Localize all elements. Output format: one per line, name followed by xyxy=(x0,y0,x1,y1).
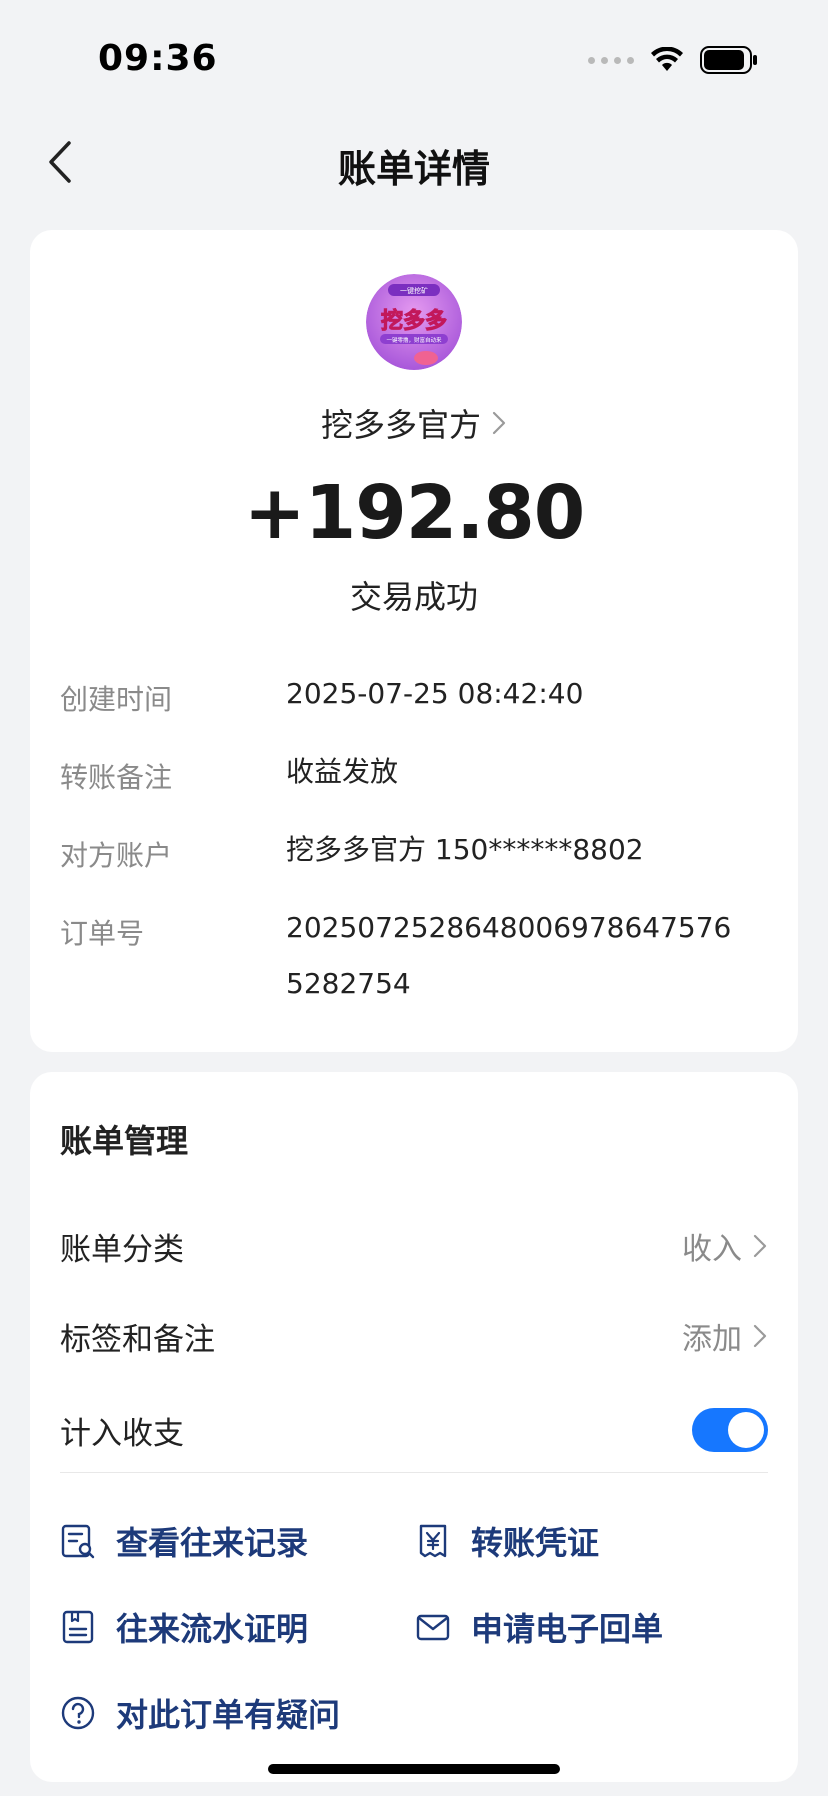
wifi-icon xyxy=(651,47,683,71)
page-title: 账单详情 xyxy=(337,147,490,191)
transaction-card: 一键挖矿 挖多多 一键零撸，财富自动来 挖多多官方 +192.80 交易成功 创… xyxy=(30,230,798,1052)
statement-document-icon xyxy=(62,1610,94,1644)
detail-value: 挖多多官方 150******8802 xyxy=(286,833,644,866)
chevron-right-icon xyxy=(753,1234,767,1258)
action-label: 申请电子回单 xyxy=(471,1610,664,1648)
count-income-expense-row: 计入收支 xyxy=(60,1400,768,1460)
detail-value: 2025-07-25 08:42:40 xyxy=(286,677,584,710)
nav-bar: 账单详情 xyxy=(0,110,828,214)
manage-label: 计入收支 xyxy=(60,1415,184,1452)
bill-category-row[interactable]: 账单分类 收入 xyxy=(60,1216,768,1276)
order-question-link[interactable]: 对此订单有疑问 xyxy=(60,1690,340,1736)
detail-row-transfer-note: 转账备注 收益发放 xyxy=(60,755,768,800)
toggle-knob xyxy=(728,1412,764,1448)
logo-subtitle: 一键零撸，财富自动来 xyxy=(386,336,442,344)
detail-value: 收益发放 xyxy=(286,755,399,788)
merchant-name-link[interactable]: 挖多多官方 xyxy=(30,400,798,446)
tags-notes-row[interactable]: 标签和备注 添加 xyxy=(60,1306,768,1366)
status-icons xyxy=(588,46,758,74)
view-records-link[interactable]: 查看往来记录 xyxy=(60,1518,308,1564)
chevron-right-icon xyxy=(492,411,506,435)
logo-caption: 一键挖矿 xyxy=(400,286,428,295)
detail-label: 订单号 xyxy=(60,917,145,950)
status-bar: 09:36 xyxy=(0,0,828,110)
action-label: 查看往来记录 xyxy=(116,1524,309,1562)
merchant-name: 挖多多官方 xyxy=(320,406,481,444)
count-income-expense-toggle[interactable] xyxy=(692,1408,768,1452)
manage-label: 账单分类 xyxy=(60,1231,184,1268)
detail-label: 创建时间 xyxy=(60,683,173,716)
detail-value[interactable]: 20250725286480069786475765282754 xyxy=(286,900,768,1012)
action-label: 对此订单有疑问 xyxy=(116,1696,341,1734)
chevron-right-icon xyxy=(753,1324,767,1348)
status-time: 09:36 xyxy=(98,38,218,79)
yuan-voucher-icon xyxy=(419,1524,447,1558)
e-receipt-link[interactable]: 申请电子回单 xyxy=(415,1604,663,1650)
transaction-status: 交易成功 xyxy=(349,578,478,616)
cellular-signal-icon xyxy=(588,56,634,64)
question-circle-icon xyxy=(61,1696,95,1730)
action-label: 往来流水证明 xyxy=(116,1610,309,1648)
detail-row-order-number: 订单号 20250725286480069786475765282754 xyxy=(60,911,768,1012)
manage-value: 添加 xyxy=(682,1322,742,1357)
manage-label: 标签和备注 xyxy=(60,1321,215,1358)
flow-proof-link[interactable]: 往来流水证明 xyxy=(60,1604,308,1650)
detail-row-counterparty: 对方账户 挖多多官方 150******8802 xyxy=(60,833,768,878)
envelope-icon xyxy=(416,1614,450,1641)
records-search-icon xyxy=(61,1524,95,1559)
transaction-amount: +192.80 xyxy=(243,470,586,556)
detail-label: 转账备注 xyxy=(60,761,173,794)
home-indicator[interactable] xyxy=(268,1764,560,1774)
merchant-logo[interactable]: 一键挖矿 挖多多 一键零撸，财富自动来 xyxy=(366,274,462,370)
detail-label: 对方账户 xyxy=(60,839,173,872)
manage-value: 收入 xyxy=(682,1232,742,1267)
bill-management-card: 账单管理 账单分类 收入 标签和备注 添加 计入收支 查看往来记录 转账凭证 往… xyxy=(30,1072,798,1782)
divider xyxy=(60,1472,768,1473)
detail-row-created-time: 创建时间 2025-07-25 08:42:40 xyxy=(60,677,768,722)
battery-icon xyxy=(700,46,757,74)
section-title: 账单管理 xyxy=(60,1122,189,1160)
action-label: 转账凭证 xyxy=(471,1524,600,1562)
logo-title: 挖多多 xyxy=(381,308,447,334)
transfer-voucher-link[interactable]: 转账凭证 xyxy=(415,1518,599,1564)
